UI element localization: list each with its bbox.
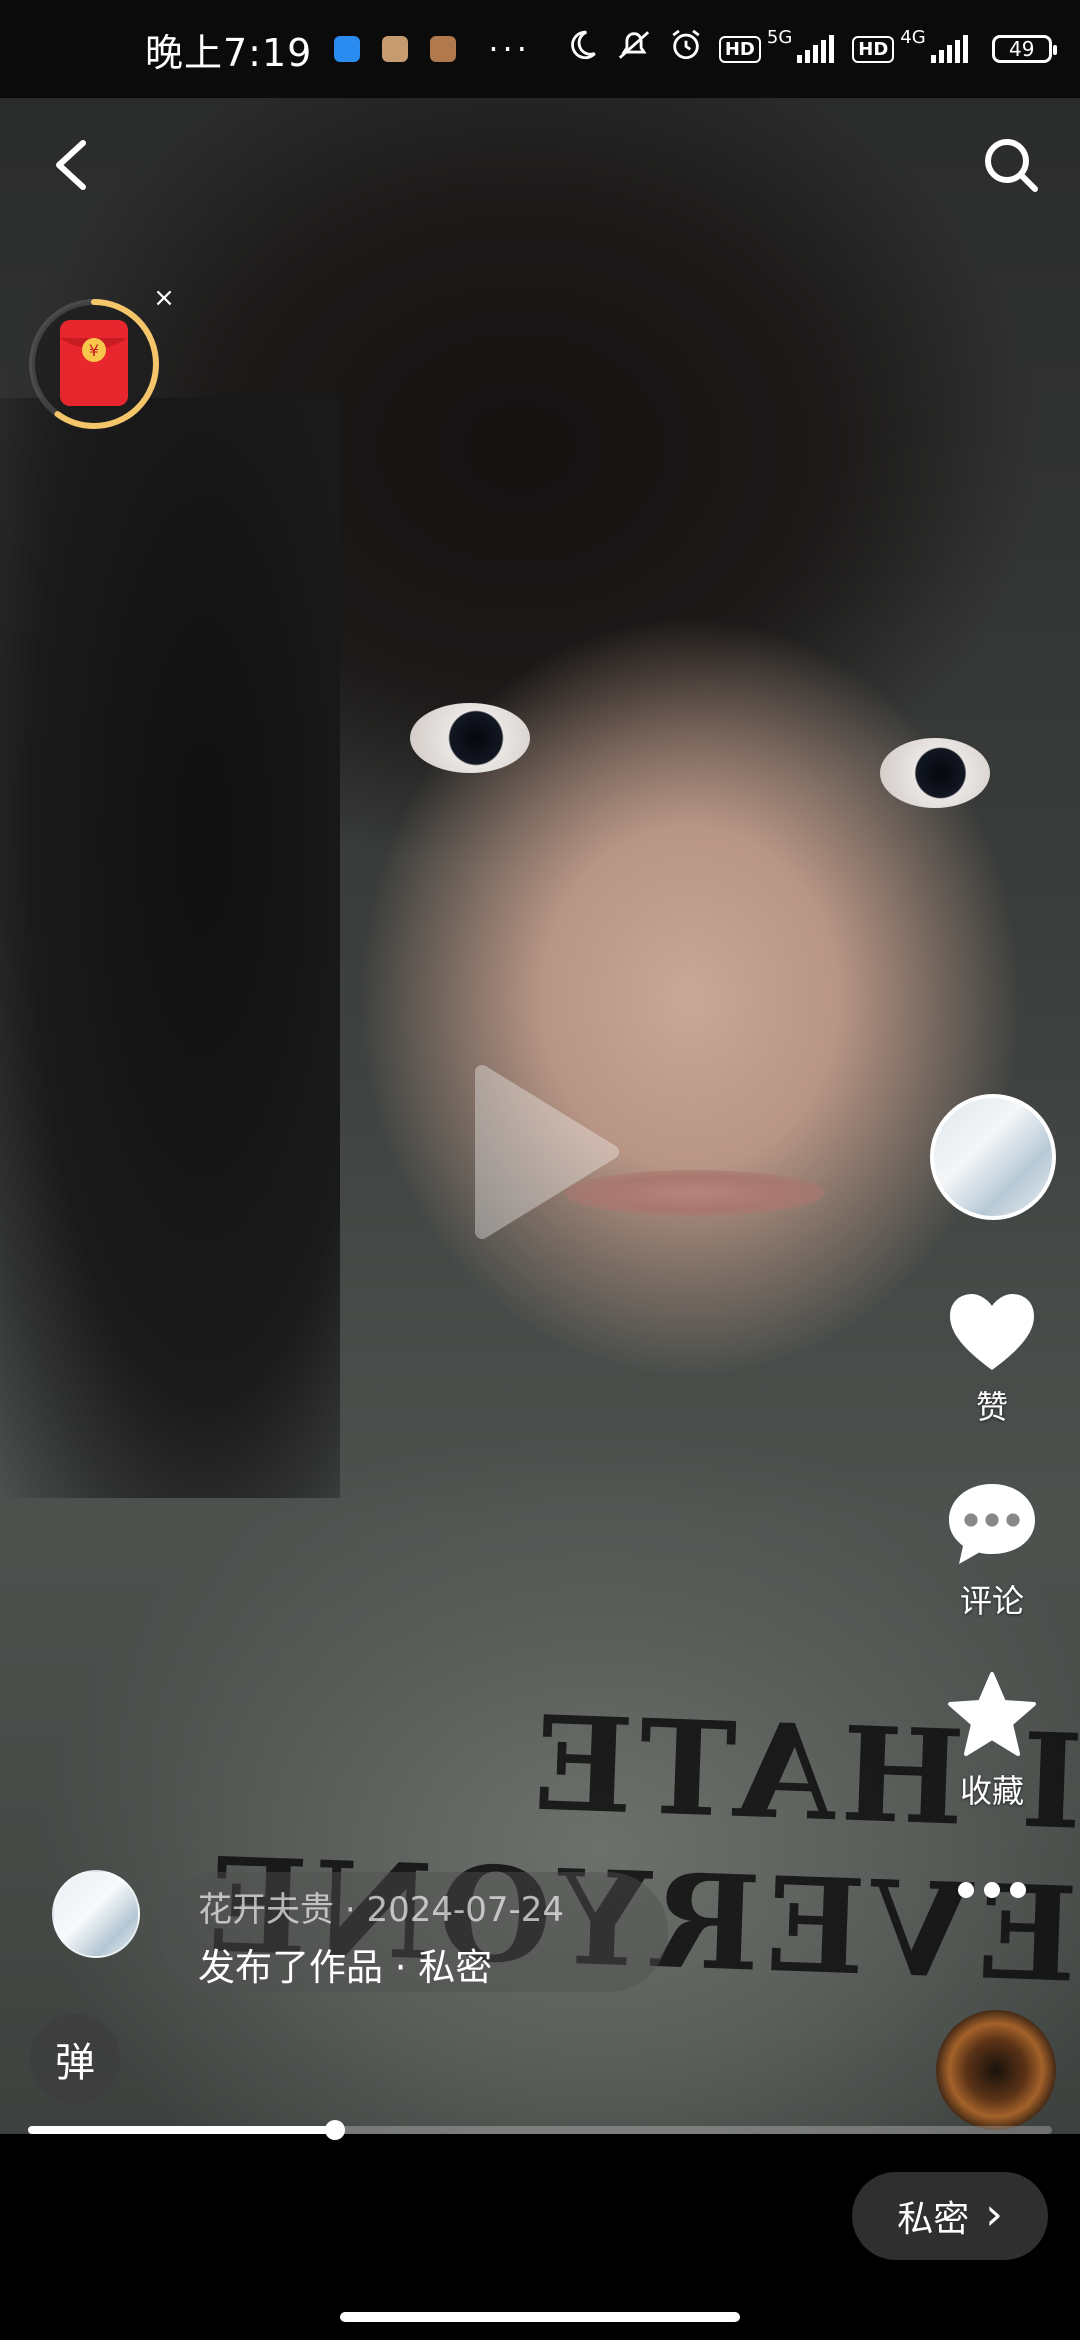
favorite-label: 收藏 <box>959 1772 1024 1810</box>
app-notification-icon <box>430 36 457 62</box>
music-disc[interactable] <box>936 2010 1056 2130</box>
network-type: 4G <box>900 26 926 48</box>
hd-badge: HD <box>718 35 761 63</box>
alarm-icon <box>669 28 703 71</box>
back-button[interactable] <box>36 130 106 200</box>
status-time: 晚上7:19 <box>145 30 313 75</box>
progress-fill <box>28 2126 336 2134</box>
playback-progress-bar[interactable] <box>28 2120 1052 2140</box>
app-notification-icon <box>334 36 361 62</box>
comment-label: 评论 <box>959 1582 1024 1620</box>
creator-avatar[interactable] <box>930 1094 1056 1220</box>
chevron-left-icon <box>56 140 86 190</box>
app-notification-icon <box>382 36 409 62</box>
signal-icon <box>928 35 968 63</box>
red-packet-widget[interactable]: ¥ <box>28 298 160 430</box>
comment-icon <box>949 1484 1035 1564</box>
like-label: 赞 <box>975 1388 1008 1426</box>
moon-icon <box>565 28 599 71</box>
more-dots-icon[interactable] <box>922 1882 1062 1902</box>
heart-icon <box>950 1294 1034 1370</box>
chevron-right-icon: › <box>985 2188 1003 2240</box>
more-notifications-icon: ··· <box>488 30 531 68</box>
comment-button[interactable]: 评论 <box>922 1480 1062 1622</box>
home-indicator[interactable] <box>340 2312 740 2322</box>
author-avatar[interactable] <box>52 1870 140 1958</box>
star-icon <box>948 1672 1036 1756</box>
danmaku-toggle-button[interactable]: 弹 <box>30 2014 120 2104</box>
signal-icon <box>794 35 835 63</box>
post-info-bubble[interactable]: 花开夫贵 · 2024-07-24 发布了作品 · 私密 <box>158 1872 668 1992</box>
author-name: 花开夫贵 <box>198 1890 334 1930</box>
close-icon[interactable]: × <box>150 284 178 312</box>
post-action-text: 发布了作品 · 私密 <box>198 1946 493 1989</box>
video-frame-shade <box>0 398 340 1498</box>
status-bar: 晚上7:19 ··· HD 5G HD 4G 49 <box>0 0 1080 98</box>
post-meta: 花开夫贵 · 2024-07-24 <box>198 1882 668 1931</box>
search-icon <box>985 139 1038 192</box>
battery-icon: 49 <box>991 35 1057 63</box>
red-envelope-icon: ¥ <box>29 299 159 429</box>
mute-icon <box>615 28 653 71</box>
privacy-label: 私密 <box>897 2199 970 2240</box>
video-frame-detail <box>410 703 530 773</box>
network-type: 5G <box>766 26 793 48</box>
privacy-button[interactable]: 私密 › <box>852 2172 1048 2260</box>
danmaku-label: 弹 <box>55 2040 95 2086</box>
meta-separator: · <box>344 1890 356 1930</box>
like-button[interactable]: 赞 <box>922 1290 1062 1428</box>
search-button[interactable] <box>976 130 1046 200</box>
svg-text:¥: ¥ <box>89 341 99 360</box>
video-frame-detail <box>880 738 990 808</box>
post-date: 2024-07-24 <box>366 1890 565 1930</box>
favorite-button[interactable]: 收藏 <box>922 1670 1062 1812</box>
hd-badge: HD <box>852 35 895 63</box>
progress-knob[interactable] <box>325 2120 346 2140</box>
play-icon[interactable] <box>462 1062 622 1242</box>
